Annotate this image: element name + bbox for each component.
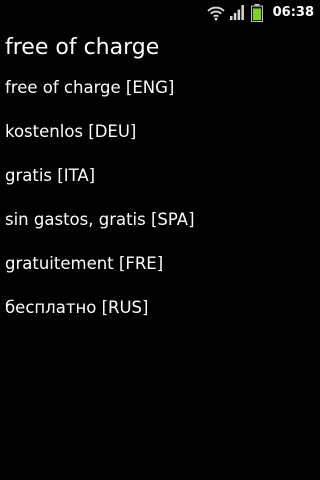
signal-icon bbox=[229, 5, 244, 20]
status-icons: 06:38 bbox=[206, 3, 314, 22]
battery-icon bbox=[250, 3, 263, 22]
status-clock: 06:38 bbox=[272, 5, 314, 20]
translation-item-fre[interactable]: gratuitement [FRE] bbox=[0, 249, 320, 293]
translation-item-ita[interactable]: gratis [ITA] bbox=[0, 161, 320, 205]
translation-list: free of charge [ENG] kostenlos [DEU] gra… bbox=[0, 73, 320, 337]
status-bar: 06:38 bbox=[0, 0, 320, 25]
translation-item-eng[interactable]: free of charge [ENG] bbox=[0, 73, 320, 117]
translation-item-deu[interactable]: kostenlos [DEU] bbox=[0, 117, 320, 161]
page-title: free of charge bbox=[5, 35, 160, 60]
wifi-icon bbox=[206, 5, 225, 21]
translation-item-rus[interactable]: бесплатно [RUS] bbox=[0, 293, 320, 337]
translation-item-spa[interactable]: sin gastos, gratis [SPA] bbox=[0, 205, 320, 249]
